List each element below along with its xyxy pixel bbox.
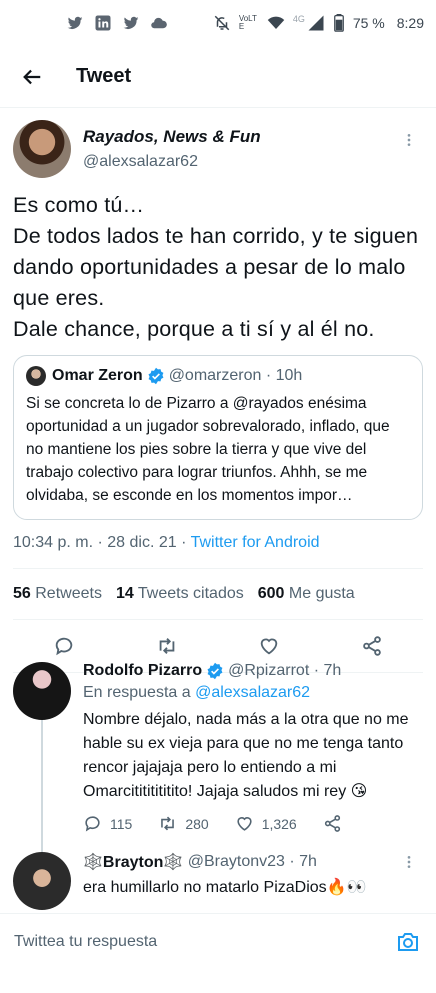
more-vertical-icon: [407, 856, 411, 868]
author-handle[interactable]: @alexsalazar62: [83, 153, 261, 171]
linkedin-icon: [94, 14, 112, 32]
reply-time: 7h: [323, 662, 342, 679]
likes-stat[interactable]: 600 Me gusta: [258, 585, 355, 603]
camera-icon: [398, 932, 418, 951]
quote-text: Si se concreta lo de Pizarro a @rayados …: [26, 395, 390, 504]
battery-level: 75 %: [352, 15, 385, 31]
tweet-date: 10:34 p. m. · 28 dic. 21 ·: [13, 534, 191, 551]
more-options-button[interactable]: [399, 852, 419, 872]
reply-button[interactable]: 115: [83, 814, 132, 833]
page-title: Tweet: [76, 65, 132, 87]
main-tweet: Rayados, News & Fun @alexsalazar62 Es co…: [0, 108, 436, 673]
tweet-text-line: De todos lados te han corrido, y te sigu…: [13, 224, 419, 310]
quotes-stat[interactable]: 14 Tweets citados: [116, 585, 244, 603]
quoted-tweet[interactable]: Omar Zeron @omarzeron · 10h Si se concre…: [13, 355, 423, 520]
retweet-icon: [161, 816, 175, 831]
tweet-author: Rayados, News & Fun @alexsalazar62: [13, 120, 423, 178]
quote-author-name: Omar Zeron: [52, 367, 143, 384]
twitter-icon: [66, 14, 84, 32]
arrow-left-icon: [23, 69, 41, 84]
author-display-name[interactable]: Rayados, News & Fun: [83, 127, 261, 147]
reply-author-name[interactable]: 🕸️Brayton🕸️: [83, 852, 183, 872]
share-button[interactable]: [323, 814, 342, 833]
heart-icon: [237, 817, 252, 831]
mute-icon: [213, 14, 231, 32]
tweet-text: Es como tú… De todos lados te han corrid…: [13, 190, 423, 345]
like-count: 1,326: [261, 815, 297, 832]
verified-badge-icon: [206, 662, 224, 680]
reply-actions: 115 280 1,326: [83, 814, 423, 833]
verified-badge-icon: [147, 367, 165, 385]
volte-indicator: VoLTE: [238, 14, 257, 31]
reply-to-link[interactable]: @alexsalazar62: [195, 684, 310, 701]
reply-tweet[interactable]: Rodolfo Pizarro @Rpizarrot · 7h En respu…: [0, 652, 436, 880]
camera-button[interactable]: [394, 928, 422, 956]
twitter-icon: [122, 14, 140, 32]
avatar[interactable]: [13, 852, 71, 910]
quote-time: 10h: [275, 367, 303, 384]
like-button[interactable]: 1,326: [235, 814, 297, 833]
quote-avatar: [26, 366, 46, 386]
network-type: 4G: [292, 14, 305, 24]
bottom-spacer: [0, 969, 436, 993]
cloud-icon: [150, 14, 168, 32]
reply-text: Nombre déjalo, nada más a la otra que no…: [83, 711, 409, 800]
reply-text: era humillarlo no matarlo PizaDios🔥👀: [83, 879, 367, 896]
reply-icon: [85, 816, 100, 832]
app-header: Tweet: [0, 46, 436, 108]
reply-author-name[interactable]: Rodolfo Pizarro: [83, 662, 202, 680]
reply-count: 115: [110, 815, 133, 832]
tweet-source-link[interactable]: Twitter for Android: [191, 534, 320, 551]
reply-context: En respuesta a @alexsalazar62: [83, 684, 311, 701]
reply-tweet[interactable]: 🕸️Brayton🕸️ @Braytonv23 · 7h era humilla…: [0, 842, 436, 910]
more-vertical-icon: [407, 134, 411, 146]
separator: ·: [284, 853, 300, 870]
reply-input[interactable]: [14, 932, 354, 951]
back-button[interactable]: [8, 53, 56, 101]
reply-time: 7h: [299, 853, 317, 870]
tweet-stats: 56 Retweets 14 Tweets citados 600 Me gus…: [13, 569, 423, 619]
separator: ·: [309, 662, 324, 679]
tweet-text-line: Es como tú…: [13, 193, 145, 217]
battery-icon: [333, 14, 345, 32]
reply-composer: [0, 913, 436, 969]
reply-author-handle[interactable]: @Braytonv23: [188, 853, 285, 871]
avatar[interactable]: [13, 120, 71, 178]
reply-author-handle[interactable]: @Rpizarrot: [228, 662, 309, 680]
status-bar: VoLTE 4G 75 % 8:29: [0, 0, 436, 46]
retweets-stat[interactable]: 56 Retweets: [13, 585, 102, 603]
retweet-count: 280: [185, 815, 209, 832]
avatar[interactable]: [13, 662, 71, 720]
share-icon: [324, 815, 340, 832]
tweet-text-line: Dale chance, porque a ti sí y al él no.: [13, 317, 375, 341]
signal-icon: [307, 14, 325, 32]
quote-author-handle: @omarzeron: [168, 367, 262, 384]
retweet-button[interactable]: 280: [158, 814, 209, 833]
separator: ·: [261, 367, 276, 384]
wifi-icon: [267, 14, 285, 32]
tweet-timestamp: 10:34 p. m. · 28 dic. 21 · Twitter for A…: [13, 534, 423, 552]
clock: 8:29: [396, 15, 424, 31]
more-options-button[interactable]: [399, 130, 419, 150]
